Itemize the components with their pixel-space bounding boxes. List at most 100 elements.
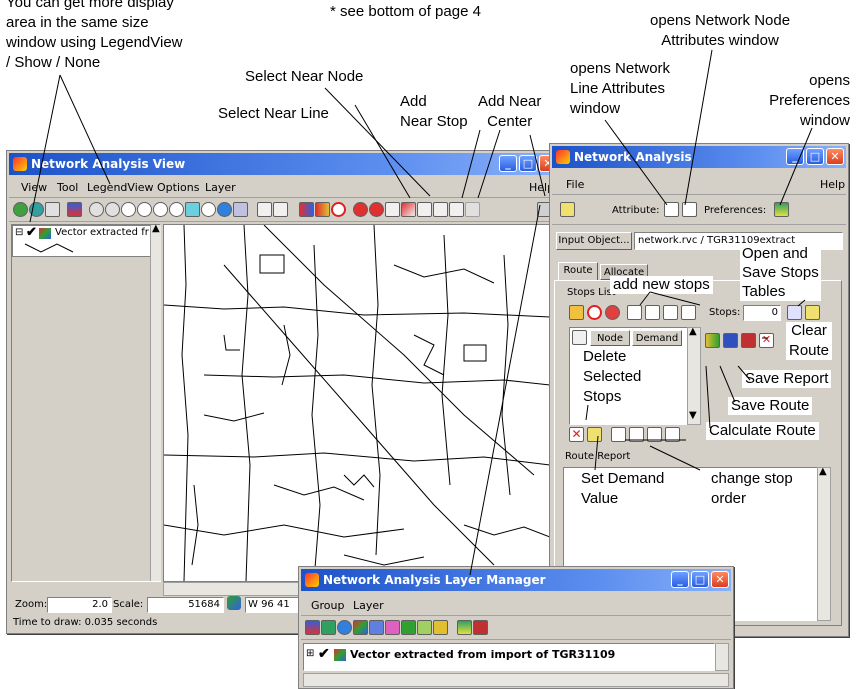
window-icon[interactable] [45,202,60,217]
scroll-down-icon[interactable]: ▼ [689,410,697,421]
col-header-node[interactable]: Node [590,330,630,346]
set-demand-icon[interactable] [587,427,602,442]
menu-tool[interactable]: Tool [57,179,78,197]
add-layer-icon[interactable] [305,620,320,635]
menu-layer[interactable]: Layer [205,179,236,197]
line-attributes-icon[interactable] [664,202,679,217]
add-stop-4-icon[interactable] [681,305,696,320]
select-tool-icon[interactable] [257,202,272,217]
minimize-button[interactable]: _ [499,155,517,172]
add-grid-icon[interactable] [385,620,400,635]
target-icon[interactable] [353,202,368,217]
menu-options[interactable]: Options [157,179,199,197]
clear-icon[interactable] [605,305,620,320]
expand-icon[interactable]: ⊞ [306,648,314,659]
clear-route-icon[interactable]: ✕ [759,333,774,348]
close-button[interactable]: ✕ [711,571,729,588]
stops-vscroll[interactable]: ▲ ▼ [687,326,701,425]
preferences-icon[interactable] [774,202,789,217]
zoom-layer-icon[interactable] [201,202,216,217]
add-raster-icon[interactable] [321,620,336,635]
layer-list-vscroll[interactable] [715,643,729,671]
scale-input[interactable]: 51684 [147,597,224,613]
globe-icon[interactable] [217,202,232,217]
move-stop-bottom-icon[interactable] [665,427,680,442]
minimize-button[interactable]: _ [786,148,804,165]
report-vscroll[interactable]: ▲ [817,466,831,621]
no-stop-icon[interactable] [587,305,602,320]
scroll-up-icon[interactable]: ▲ [152,223,160,234]
zoom-in-icon[interactable] [121,202,136,217]
layer-settings-icon[interactable] [457,620,472,635]
layer-row[interactable]: ⊟ ✔ Vector extracted fr [12,224,154,257]
layer-export-icon[interactable] [473,620,488,635]
zoom-previous-icon[interactable] [169,202,184,217]
add-text-icon[interactable] [417,620,432,635]
menu-view[interactable]: View [21,179,47,197]
add-vector-icon[interactable] [353,620,368,635]
scroll-up-icon[interactable]: ▲ [819,466,827,477]
col-header-demand[interactable]: Demand [632,330,682,346]
tab-route[interactable]: Route [558,262,598,280]
layer-add-icon[interactable] [67,202,82,217]
view-titlebar[interactable]: Network Analysis View _ □ ✕ [9,153,557,175]
route-start-icon[interactable] [299,202,314,217]
zoom-input[interactable]: 2.0 [47,597,112,613]
menu-legendview[interactable]: LegendView [87,179,154,197]
expand-icon[interactable]: ⊟ [15,227,23,238]
node-attributes-icon[interactable] [682,202,697,217]
locate-icon[interactable] [369,202,384,217]
open-folder-icon[interactable] [560,202,575,217]
save-stops-table-icon[interactable] [805,305,820,320]
maximize-button[interactable]: □ [519,155,537,172]
move-stop-down-icon[interactable] [647,427,662,442]
layer-list-hscroll[interactable] [303,673,729,687]
line-tool-icon[interactable] [273,202,288,217]
no-entry-icon[interactable] [331,202,346,217]
gps-icon[interactable] [233,202,248,217]
calculate-route-icon[interactable] [705,333,720,348]
save-report-icon[interactable] [741,333,756,348]
select-near-node-icon[interactable] [401,202,416,217]
menu-file[interactable]: File [566,176,584,194]
add-tin-icon[interactable] [401,620,416,635]
scroll-up-icon[interactable]: ▲ [689,326,697,337]
full-view-icon[interactable] [105,202,120,217]
move-stop-top-icon[interactable] [611,427,626,442]
layer-check-icon[interactable]: ✔ [318,645,330,662]
move-stop-up-icon[interactable] [629,427,644,442]
map-canvas[interactable] [163,224,551,582]
pan-tool-icon[interactable] [29,202,44,217]
add-near-stop-icon[interactable] [433,202,448,217]
add-symbol-icon[interactable] [433,620,448,635]
maximize-button[interactable]: □ [691,571,709,588]
close-button[interactable]: ✕ [826,148,844,165]
delete-stops-icon[interactable]: ✕ [569,427,584,442]
save-route-icon[interactable] [723,333,738,348]
analysis-titlebar[interactable]: Network Analysis _ □ ✕ [552,146,846,168]
zoom-box-icon[interactable] [153,202,168,217]
pointer-icon[interactable] [385,202,400,217]
menu-group[interactable]: Group [311,597,345,615]
minimize-button[interactable]: _ [671,571,689,588]
layer-list[interactable]: ⊞ ✔ Vector extracted from import of TGR3… [303,643,715,671]
menu-layer[interactable]: Layer [353,597,384,615]
stops-table-icon[interactable] [569,305,584,320]
gps-cursor-icon[interactable] [227,596,241,610]
add-shape-icon[interactable] [369,620,384,635]
layer-manager-titlebar[interactable]: Network Analysis Layer Manager _ □ ✕ [301,569,731,591]
add-globe-icon[interactable] [337,620,352,635]
zoom-out-icon[interactable] [137,202,152,217]
add-stop-1-icon[interactable] [627,305,642,320]
redraw-icon[interactable] [89,202,104,217]
route-end-icon[interactable] [315,202,330,217]
menu-help[interactable]: Help [820,176,845,194]
add-stop-2-icon[interactable] [645,305,660,320]
zoom-full-icon[interactable] [185,202,200,217]
open-stops-table-icon[interactable] [787,305,802,320]
add-near-center-icon[interactable] [449,202,464,217]
add-stop-3-icon[interactable] [663,305,678,320]
zoom-tool-icon[interactable] [13,202,28,217]
maximize-button[interactable]: □ [806,148,824,165]
input-object-button[interactable]: Input Object... [556,232,632,250]
